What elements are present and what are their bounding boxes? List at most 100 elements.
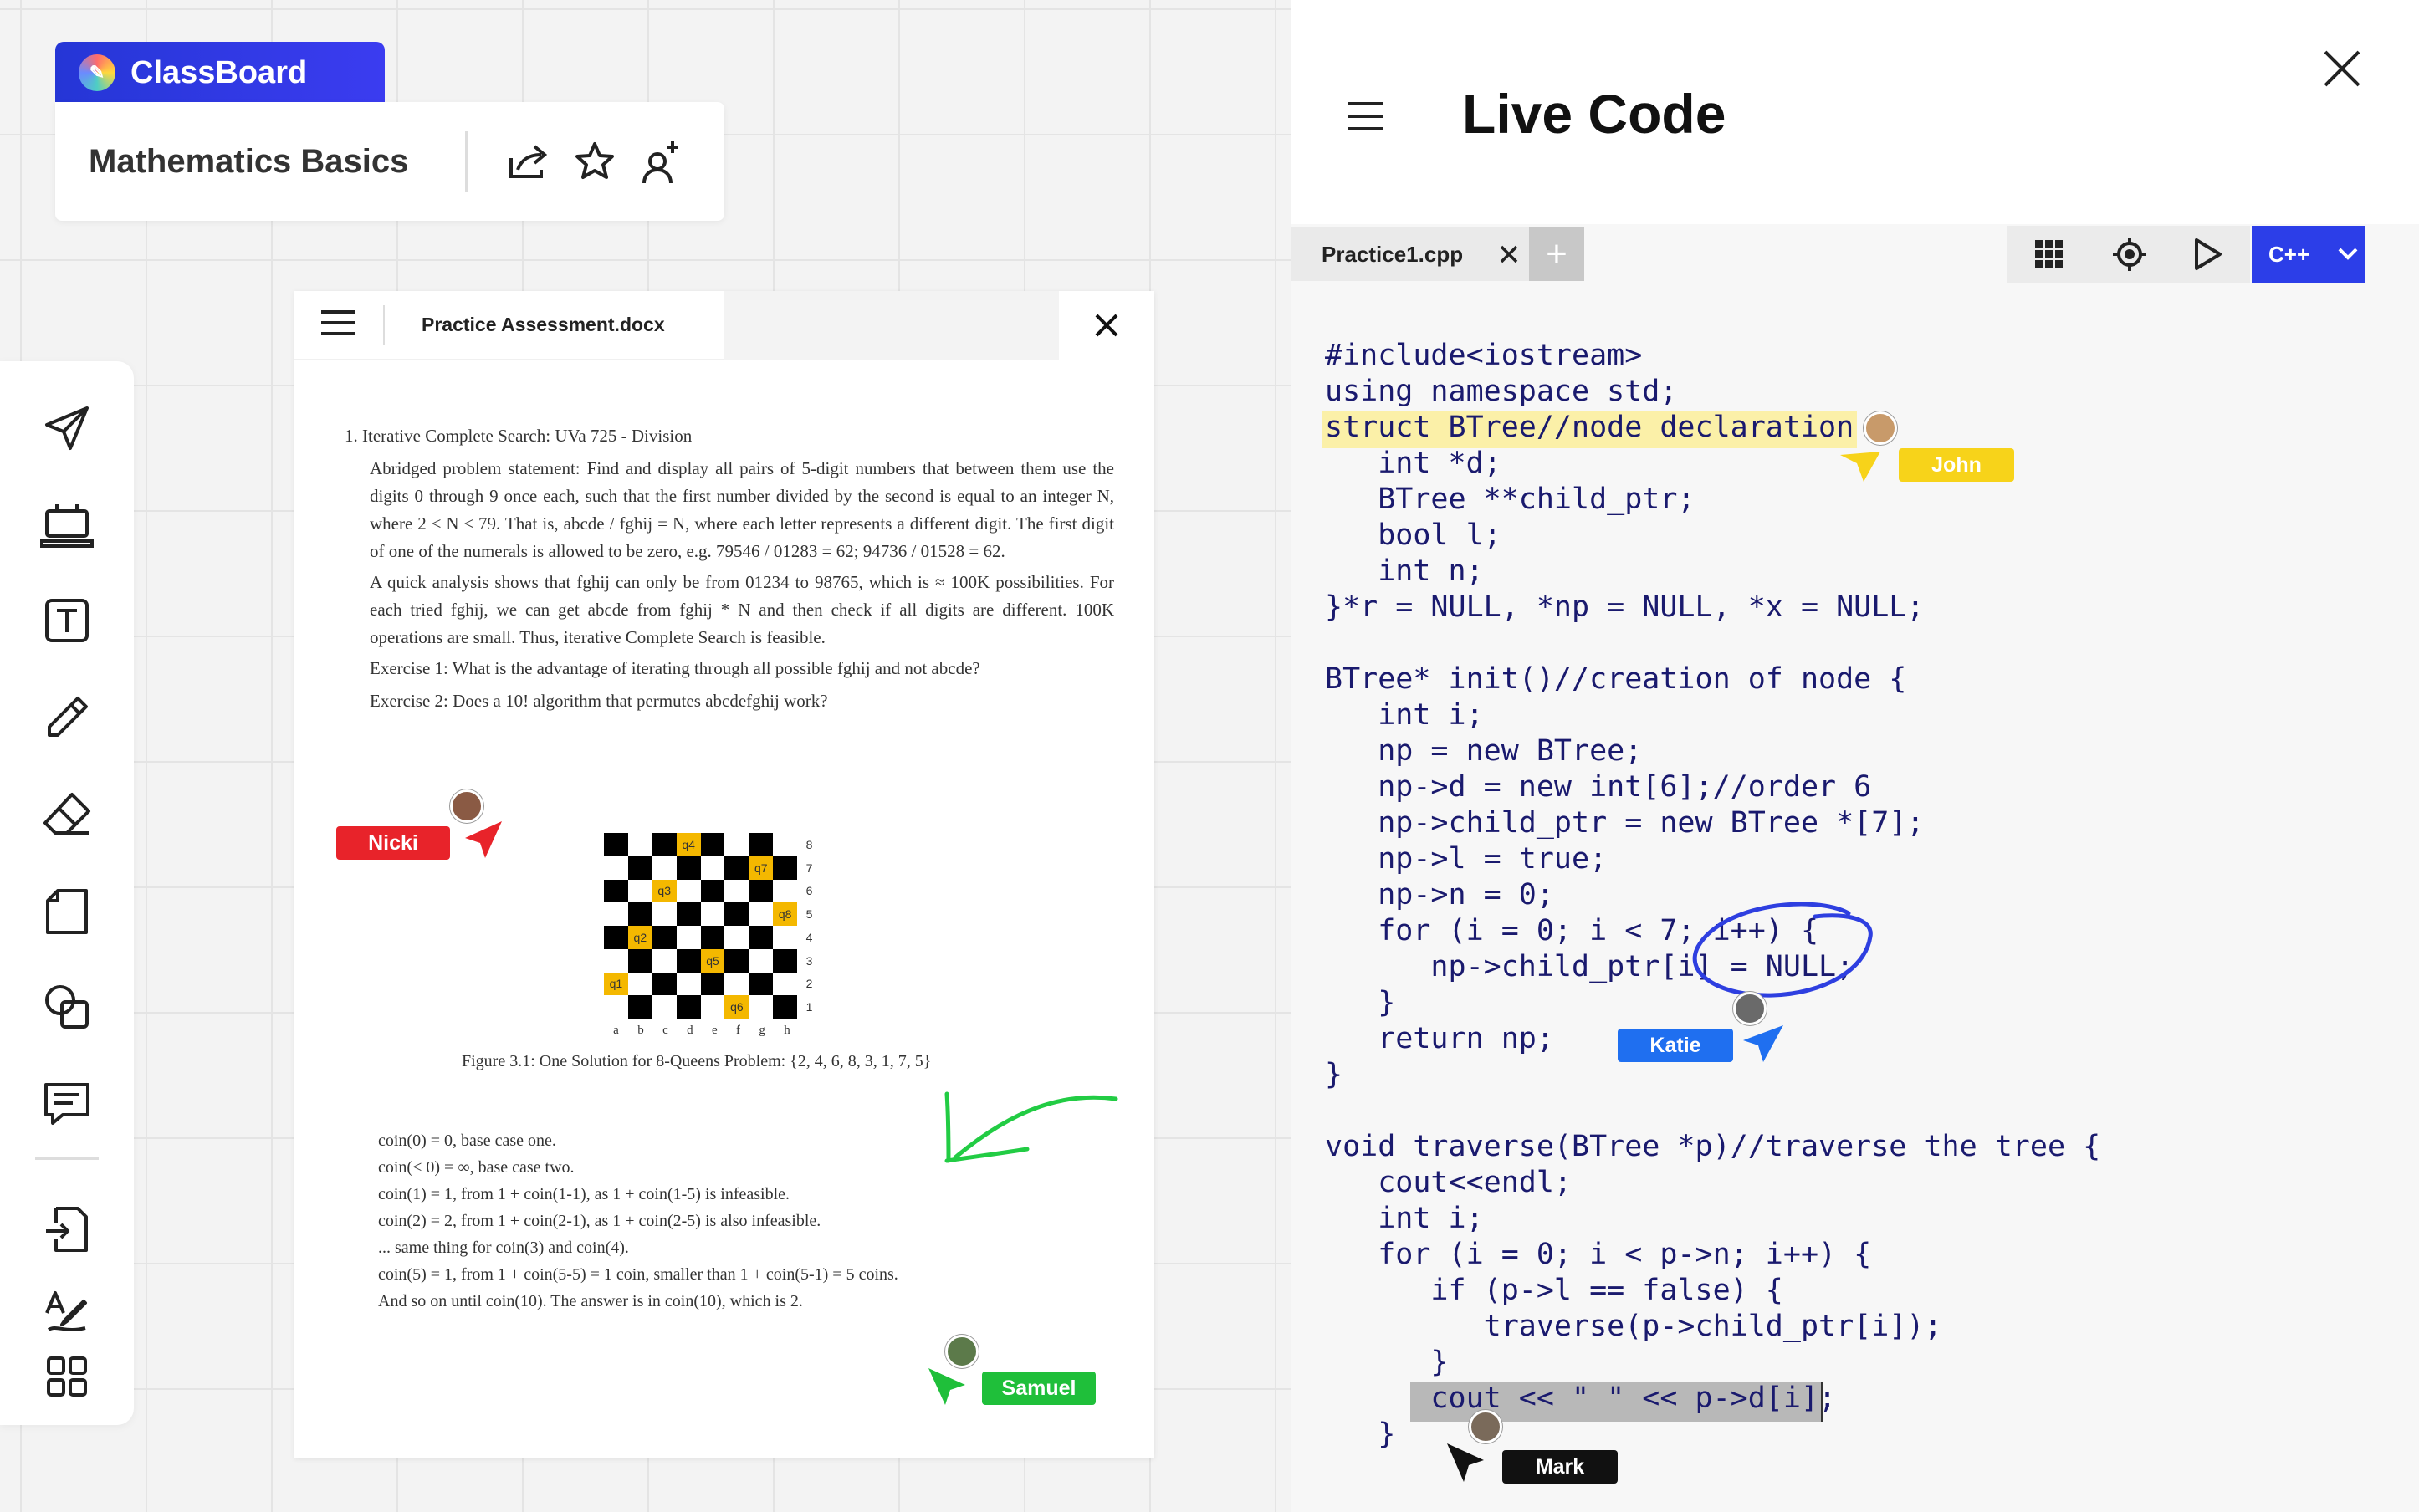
import-icon[interactable] (35, 1198, 99, 1261)
board-square (652, 856, 677, 880)
board-square (724, 948, 749, 973)
file-tab-label: Practice1.cpp (1322, 241, 1464, 267)
board-square (627, 972, 652, 996)
green-arrow-annotation (944, 1091, 1118, 1163)
collaborator-tag-nicki: Nicki (336, 826, 450, 860)
text-icon[interactable] (35, 589, 99, 652)
board-square (700, 879, 725, 903)
board-rank-label: 8 (805, 837, 813, 851)
share-icon[interactable] (504, 138, 551, 185)
board-square (627, 995, 652, 1019)
coin-line: ... same thing for coin(3) and coin(4). (378, 1239, 629, 1257)
doc-close-icon[interactable] (1059, 291, 1154, 360)
board-file-label: h (784, 1024, 790, 1037)
board-square (652, 902, 677, 926)
board-rank-label: 3 (805, 953, 813, 968)
pencil-icon[interactable] (35, 686, 99, 749)
board-rank-label: 1 (805, 1000, 813, 1014)
board-square (773, 948, 798, 973)
board-rank-label: 6 (805, 884, 813, 898)
board-square (652, 995, 677, 1019)
close-panel-icon[interactable] (2317, 43, 2367, 94)
board-file-label: c (662, 1024, 668, 1037)
board-square (700, 856, 725, 880)
board-square (676, 972, 701, 996)
figure-caption: Figure 3.1: One Solution for 8-Queens Pr… (462, 1052, 932, 1070)
add-tab-button[interactable]: + (1529, 227, 1584, 281)
cursor-mark-icon (1447, 1443, 1484, 1482)
language-value: C++ (2268, 241, 2310, 267)
avatar-samuel (945, 1335, 979, 1368)
board-square (676, 995, 701, 1019)
avatar-katie (1733, 992, 1767, 1025)
doc-exercise: Exercise 2: Does a 10! algorithm that pe… (370, 691, 828, 711)
board-square (652, 926, 677, 949)
board-file-labels: a b c d e f g h (604, 1024, 800, 1038)
board-square (627, 902, 652, 926)
left-toolbar (0, 361, 134, 1425)
eraser-icon[interactable] (35, 783, 99, 846)
queen-square: q1 (604, 972, 628, 996)
board-square (676, 948, 701, 973)
live-code-header (1291, 0, 2419, 224)
board-square (700, 995, 725, 1019)
grid-icon[interactable] (2021, 226, 2078, 283)
coin-line: coin(2) = 2, from 1 + coin(2-1), as 1 + … (378, 1212, 821, 1230)
board-square (773, 995, 798, 1019)
board-square (724, 972, 749, 996)
shapes-icon[interactable] (35, 975, 99, 1039)
close-tab-icon[interactable] (1489, 227, 1529, 281)
handwriting-icon[interactable] (35, 1280, 99, 1343)
code-editor[interactable]: #include<iostream> using namespace std; … (1325, 338, 2100, 1453)
board-title-card: Mathematics Basics (55, 102, 724, 221)
board-square (652, 833, 677, 856)
document-filename: Practice Assessment.docx (422, 314, 665, 335)
board-square (724, 856, 749, 880)
board-rank-label: 5 (805, 907, 813, 922)
board-square (627, 879, 652, 903)
laptop-icon[interactable] (35, 493, 99, 557)
board-square (652, 948, 677, 973)
code-menu-icon[interactable] (1348, 100, 1383, 136)
add-user-icon[interactable] (638, 138, 685, 185)
doc-menu-icon[interactable] (321, 309, 358, 341)
apps-icon[interactable] (35, 1345, 99, 1408)
board-square (676, 879, 701, 903)
doc-exercise: Exercise 1: What is the advantage of ite… (370, 658, 980, 678)
coin-line: coin(5) = 1, from 1 + coin(5-5) = 1 coin… (378, 1265, 898, 1284)
avatar-mark (1469, 1410, 1502, 1443)
board-square (773, 833, 798, 856)
collaborator-tag-john: John (1899, 448, 2014, 482)
board-square (749, 926, 774, 949)
queen-square: q8 (773, 902, 798, 926)
board-rank-label: 7 (805, 861, 813, 875)
board-square (724, 926, 749, 949)
collaborator-tag-katie: Katie (1618, 1029, 1733, 1062)
page-icon[interactable] (35, 880, 99, 943)
document-tab[interactable]: Practice Assessment.docx (294, 291, 724, 360)
cursor-katie-icon (1743, 1025, 1783, 1062)
board-square (604, 902, 628, 926)
board-square (604, 856, 628, 880)
send-icon[interactable] (35, 396, 99, 460)
board-square (604, 833, 628, 856)
board-square (773, 972, 798, 996)
chessboard-figure: q4 8 q7 7 q3 6 q8 5 q2 4 q5 3 q1 2 q6 1 (604, 833, 821, 1019)
board-square (700, 926, 725, 949)
star-icon[interactable] (571, 138, 618, 185)
app-brand: ✎ ClassBoard (55, 42, 385, 104)
target-icon[interactable] (2101, 226, 2158, 283)
board-square (627, 856, 652, 880)
collaborator-tag-mark: Mark (1502, 1450, 1618, 1484)
run-icon[interactable] (2180, 226, 2237, 283)
queen-square: q4 (676, 833, 701, 856)
katie-circle-annotation (1692, 902, 1873, 998)
queen-square: q5 (700, 948, 725, 973)
board-square (676, 926, 701, 949)
comment-icon[interactable] (35, 1072, 99, 1136)
board-square (700, 972, 725, 996)
language-select[interactable]: C++ (2252, 226, 2365, 283)
avatar-john (1864, 411, 1897, 445)
board-square (773, 926, 798, 949)
board-square (724, 902, 749, 926)
